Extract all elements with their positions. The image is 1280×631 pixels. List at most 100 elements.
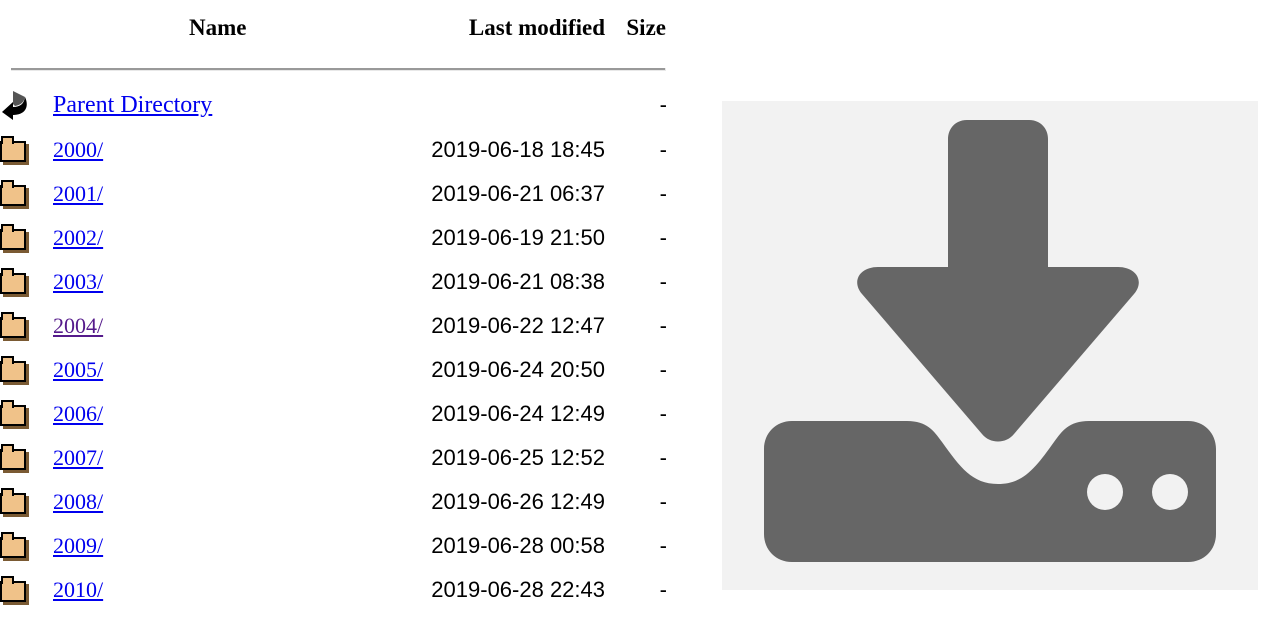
row-size: - [659,357,667,382]
back-icon [0,90,32,120]
table-row: 2010/2019-06-28 22:43 - [0,568,667,612]
row-icon-cell [0,304,53,348]
directory-link[interactable]: 2006/ [53,401,103,426]
row-last-modified: 2019-06-28 22:43 [431,577,605,602]
table-row: 2005/2019-06-24 20:50 - [0,348,667,392]
row-last-modified: 2019-06-24 20:50 [431,357,605,382]
column-header-last-modified[interactable]: Last modified [402,0,605,56]
row-last-modified: 2019-06-21 06:37 [431,181,605,206]
row-icon-cell [0,216,53,260]
row-name-cell: 2002/ [53,216,402,260]
row-last-modified: 2019-06-24 12:49 [431,401,605,426]
row-last-modified: 2019-06-22 12:47 [431,313,605,338]
row-name-cell: 2010/ [53,568,402,612]
row-icon-cell [0,260,53,304]
row-size: - [659,269,667,294]
table-row: 2008/2019-06-26 12:49 - [0,480,667,524]
row-name-cell: 2006/ [53,392,402,436]
row-size: - [659,137,667,162]
folder-icon [0,180,30,209]
column-header-icon [0,0,53,56]
row-size: - [659,401,667,426]
row-last-modified: 2019-06-18 18:45 [431,137,605,162]
row-name-cell: Parent Directory [53,82,402,128]
directory-link[interactable]: 2000/ [53,137,103,162]
row-last-modified: 2019-06-26 12:49 [431,489,605,514]
indicator-light-left [1087,474,1123,510]
indicator-light-right [1152,474,1188,510]
directory-link[interactable]: 2008/ [53,489,103,514]
row-name-cell: 2009/ [53,524,402,568]
row-icon-cell [0,524,53,568]
directory-link[interactable]: 2003/ [53,269,103,294]
table-row: 2000/2019-06-18 18:45 - [0,128,667,172]
row-icon-cell [0,82,53,128]
table-header-row: Name Last modified Size [0,0,667,56]
row-icon-cell [0,480,53,524]
directory-link[interactable]: 2001/ [53,181,103,206]
table-row: 2003/2019-06-21 08:38 - [0,260,667,304]
row-icon-cell [0,128,53,172]
header-rule-cell [0,56,667,82]
row-icon-cell [0,436,53,480]
folder-icon [0,268,30,297]
download-icon [764,120,1216,562]
directory-entries: Parent Directory -2000/2019-06-18 18:45-2… [0,82,667,612]
table-row: 2009/2019-06-28 00:58 - [0,524,667,568]
table-row: 2004/2019-06-22 12:47 - [0,304,667,348]
folder-icon [0,444,30,473]
directory-link[interactable]: 2007/ [53,445,103,470]
parent-directory-row: Parent Directory - [0,82,667,128]
row-size: - [659,533,667,558]
directory-link[interactable]: 2005/ [53,357,103,382]
directory-index-page: Name Last modified Size Parent Directory… [0,0,1280,631]
header-rule-row [0,56,667,82]
directory-listing: Name Last modified Size Parent Directory… [0,0,700,631]
folder-icon [0,356,30,385]
row-size: - [659,92,667,117]
row-size: - [659,489,667,514]
row-name-cell: 2003/ [53,260,402,304]
parent-directory-link[interactable]: Parent Directory [53,92,212,118]
row-name-cell: 2000/ [53,128,402,172]
folder-icon [0,312,30,341]
folder-icon [0,136,30,165]
directory-link[interactable]: 2002/ [53,225,103,250]
folder-icon [0,576,30,605]
row-icon-cell [0,172,53,216]
row-icon-cell [0,568,53,612]
column-header-name[interactable]: Name [53,0,402,56]
row-size: - [659,445,667,470]
row-name-cell: 2008/ [53,480,402,524]
folder-icon [0,400,30,429]
directory-link[interactable]: 2009/ [53,533,103,558]
row-last-modified: 2019-06-25 12:52 [431,445,605,470]
row-last-modified: 2019-06-19 21:50 [431,225,605,250]
directory-link[interactable]: 2004/ [53,313,103,338]
table-row: 2006/2019-06-24 12:49 - [0,392,667,436]
folder-icon [0,224,30,253]
row-icon-cell [0,348,53,392]
table-row: 2002/2019-06-19 21:50 - [0,216,667,260]
row-name-cell: 2007/ [53,436,402,480]
download-icon-preview [722,101,1258,590]
column-header-size[interactable]: Size [605,0,667,56]
row-icon-cell [0,392,53,436]
horizontal-rule [11,67,666,71]
table-row: 2007/2019-06-25 12:52 - [0,436,667,480]
row-size: - [659,225,667,250]
folder-icon [0,488,30,517]
row-size: - [659,181,667,206]
row-name-cell: 2004/ [53,304,402,348]
row-last-modified: 2019-06-28 00:58 [431,533,605,558]
row-name-cell: 2005/ [53,348,402,392]
row-last-modified: 2019-06-21 08:38 [431,269,605,294]
row-name-cell: 2001/ [53,172,402,216]
row-size: - [659,577,667,602]
row-last-modified [402,82,605,128]
row-size: - [659,313,667,338]
folder-icon [0,532,30,561]
directory-table: Name Last modified Size Parent Directory… [0,0,667,612]
directory-link[interactable]: 2010/ [53,577,103,602]
table-row: 2001/2019-06-21 06:37 - [0,172,667,216]
